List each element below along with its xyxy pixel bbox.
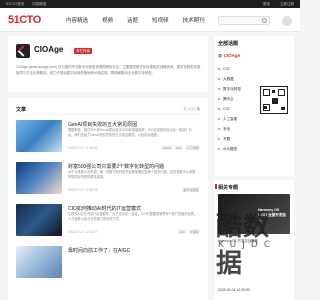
topic-item[interactable]: CIO (218, 64, 241, 74)
article-summary: 对于大多数公司来说，每一项数字化转型项目都需要回答两个基本问题，这也是其中大多数… (68, 170, 196, 179)
article-tags: 数字化转型 (181, 187, 200, 192)
article-date: 2025-07-17 17:24:07 (68, 230, 98, 234)
topic-item[interactable]: AI大模型 (218, 144, 241, 154)
qr-finder (278, 89, 285, 96)
article-list-heading: 文章 (16, 107, 27, 113)
article-thumbnail[interactable] (16, 246, 62, 278)
topic-item[interactable]: CIO (218, 104, 241, 114)
topics-panel: 全部话题 @ CIOAge CIO 大数据 数字化转型 腾讯云 CIO 人工智能… (214, 36, 294, 176)
watermark-subtext: KUJDC (218, 240, 277, 250)
article-summary: 根据报告，超过30%的GenAI项目将于2025年底被放弃，CIO应该如何应对这… (68, 128, 192, 137)
nav-item-journal[interactable]: 技术期刊 (183, 16, 205, 24)
top-utility-bar: 51CTO首页 内容精选 登录 立即注册 (0, 0, 300, 8)
search-input[interactable] (218, 16, 270, 25)
article-date: 2025-07-17 17:28:30 (68, 188, 98, 192)
tag[interactable]: CIO (177, 229, 187, 234)
article-summary: 生成式AI正在改变IT运营模式，为了应对这一变化，CIO们需要重新思考IT部门的… (68, 212, 198, 221)
topic-item[interactable]: 数字化转型 (218, 84, 241, 94)
article-thumbnail[interactable] (16, 120, 62, 152)
article-title[interactable]: CIO如何推动AI时代的IT运营模式 (68, 205, 141, 212)
nav-item-video[interactable]: 视频 (102, 16, 113, 24)
nav-item-topics[interactable]: 话题 (127, 16, 138, 24)
topic-item[interactable]: 人工智能 (218, 114, 241, 124)
author-name: CIOAge (34, 45, 64, 54)
article-thumbnail[interactable] (16, 204, 62, 236)
author-description: CIOage (www.ciioage.com) 作为国内专业数字化转型领域的服… (16, 65, 201, 75)
author-profile: CIOAge 专栏作者 CIOage (www.ciioage.com) 作为国… (8, 36, 208, 98)
watermark: 酷数据 KUJDC (206, 202, 296, 279)
author-avatar (16, 44, 30, 58)
topbar-auth: 登录 立即注册 (263, 1, 294, 7)
qr-finder (263, 89, 270, 96)
nav-item-featured[interactable]: 内容精选 (66, 16, 88, 24)
list-item[interactable]: 靠时间向前工作了：在AIGC (8, 246, 208, 286)
tag[interactable]: 人工智能 (184, 145, 200, 150)
special-date: 2025-06-04 14:30:59 (218, 288, 250, 292)
divider (16, 114, 200, 115)
qr-module (264, 106, 267, 109)
chevron-icon (17, 45, 29, 57)
list-item[interactable]: CIO如何推动AI时代的IT运营模式 生成式AI正在改变IT运营模式，为了应对这… (8, 204, 208, 244)
article-tags: CIO IT运营 (177, 229, 200, 234)
list-item[interactable]: 财富500强公司只需要2个数字化转型的问题 对于大多数公司来说，每一项数字化转型… (8, 162, 208, 202)
topbar-links: 51CTO首页 内容精选 (6, 1, 46, 7)
article-tags: GenAI CIO 人工智能 (161, 145, 200, 150)
article-count: 共 4214 篇 (183, 107, 200, 111)
qr-module (272, 90, 275, 93)
tag[interactable]: GenAI (161, 145, 173, 150)
topic-list: CIO 大数据 数字化转型 腾讯云 CIO 人工智能 安全 专题 AI大模型 (218, 64, 241, 154)
qr-module (272, 98, 278, 104)
topbar-link-home[interactable]: 51CTO首页 (6, 1, 24, 7)
login-link[interactable]: 登录 (263, 1, 270, 7)
main-content: CIOAge 专栏作者 CIOage (www.ciioage.com) 作为国… (8, 36, 208, 300)
tag[interactable]: IT运营 (188, 229, 200, 234)
register-link[interactable]: 立即注册 (280, 1, 294, 7)
article-thumbnail[interactable] (16, 162, 62, 194)
main-navbar: 51CTO 内容精选 视频 话题 短视频 技术期刊 活动 (0, 8, 300, 32)
nav-item-short-video[interactable]: 短视频 (152, 16, 169, 24)
article-date: 2025-07-17 17:29:50 (68, 146, 98, 150)
topbar-link-featured[interactable]: 内容精选 (32, 1, 46, 7)
qr-code (260, 86, 288, 114)
author-badge: 专栏作者 (74, 48, 92, 54)
qr-module (281, 107, 285, 110)
search-icon[interactable] (262, 18, 267, 23)
topics-heading: 全部话题 (218, 41, 239, 47)
topic-item[interactable]: 专题 (218, 134, 241, 144)
topic-brand[interactable]: @ CIOAge (218, 53, 240, 58)
site-logo[interactable]: 51CTO (8, 14, 41, 26)
article-title[interactable]: GenAI项目失败的五大常见原因 (68, 121, 137, 128)
article-title[interactable]: 财富500强公司只需要2个数字化转型的问题 (68, 163, 164, 170)
tag[interactable]: 数字化转型 (181, 187, 200, 192)
nav-menu: 内容精选 视频 话题 短视频 技术期刊 活动 (66, 16, 230, 24)
list-item[interactable]: GenAI项目失败的五大常见原因 根据报告，超过30%的GenAI项目将于202… (8, 120, 208, 160)
topic-brand-name: CIOAge (223, 53, 241, 58)
user-avatar[interactable] (282, 16, 292, 26)
topic-item[interactable]: 腾讯云 (218, 94, 241, 104)
tag[interactable]: CIO (174, 145, 183, 150)
article-title[interactable]: 靠时间向前工作了：在AIGC (68, 247, 130, 254)
topic-item[interactable]: 安全 (218, 124, 241, 134)
special-heading: 相关专题 (214, 184, 239, 191)
topic-item[interactable]: 大数据 (218, 74, 241, 84)
